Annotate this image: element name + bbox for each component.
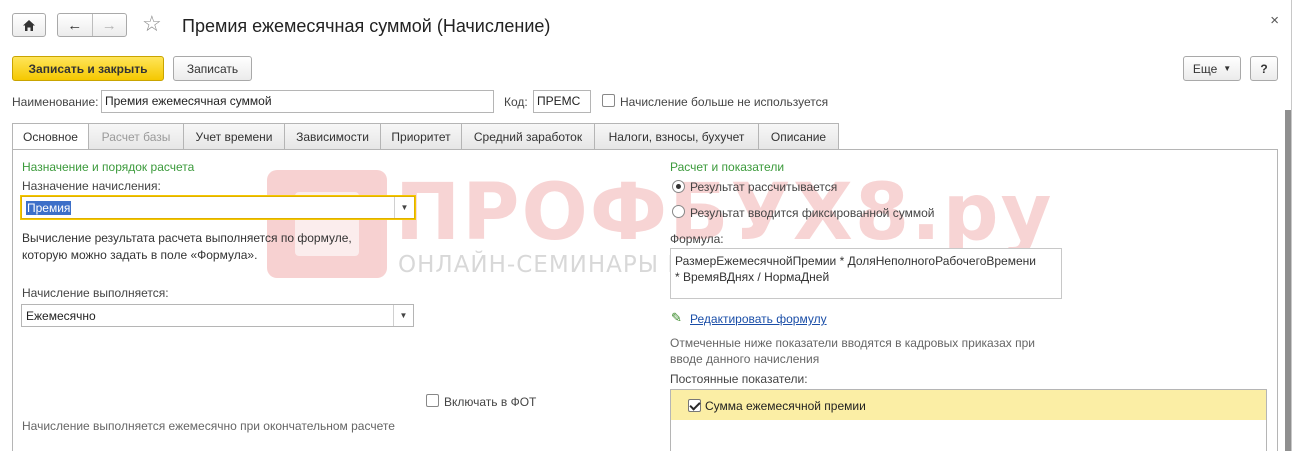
- scrollbar[interactable]: [1285, 110, 1291, 451]
- watermark-logo: [267, 170, 387, 278]
- formula-line-1: РазмерЕжемесячнойПремии * ДоляНеполногоР…: [675, 254, 1036, 268]
- home-icon: [23, 19, 35, 31]
- history-nav: ← →: [57, 13, 127, 37]
- formula-note-2: которую можно задать в поле «Формула».: [22, 248, 258, 262]
- code-input[interactable]: ПРЕМС: [533, 90, 591, 113]
- help-button[interactable]: ?: [1250, 56, 1278, 81]
- name-input[interactable]: Премия ежемесячная суммой: [101, 90, 494, 113]
- favorite-star-icon[interactable]: ☆: [142, 11, 162, 37]
- list-item[interactable]: Сумма ежемесячной премии: [671, 390, 1266, 420]
- purpose-value: Премия: [26, 201, 72, 215]
- performed-value: Ежемесячно: [26, 309, 96, 323]
- tab-priority[interactable]: Приоритет: [381, 123, 462, 150]
- formula-field[interactable]: РазмерЕжемесячнойПремии * ДоляНеполногоР…: [670, 248, 1062, 299]
- home-button[interactable]: [12, 13, 46, 37]
- radio-fixed-label: Результат вводится фиксированной суммой: [690, 206, 935, 220]
- close-icon[interactable]: ×: [1270, 12, 1279, 29]
- tab-time-tracking[interactable]: Учет времени: [184, 123, 285, 150]
- pencil-icon: ✎: [671, 310, 682, 325]
- purpose-label: Назначение начисления:: [22, 179, 161, 193]
- code-label: Код:: [504, 95, 528, 109]
- name-label: Наименование:: [12, 95, 99, 109]
- marked-note-2: вводе данного начисления: [670, 352, 820, 366]
- formula-label: Формула:: [670, 232, 724, 246]
- not-used-label: Начисление больше не используется: [620, 95, 829, 109]
- page-title: Премия ежемесячная суммой (Начисление): [182, 16, 551, 36]
- performed-label: Начисление выполняется:: [22, 286, 169, 300]
- marked-note-1: Отмеченные ниже показатели вводятся в ка…: [670, 336, 1035, 350]
- more-button[interactable]: Еще ▼: [1183, 56, 1241, 81]
- more-label: Еще: [1192, 61, 1218, 76]
- radio-fixed[interactable]: [672, 205, 685, 218]
- chevron-down-icon: ▼: [1223, 64, 1232, 73]
- form-window: ← → ☆ Премия ежемесячная суммой (Начисле…: [0, 0, 1292, 451]
- tab-taxes[interactable]: Налоги, взносы, бухучет: [595, 123, 759, 150]
- tab-dependencies[interactable]: Зависимости: [285, 123, 381, 150]
- bottom-note: Начисление выполняется ежемесячно при ок…: [22, 419, 395, 433]
- indicator-label: Сумма ежемесячной премии: [705, 399, 866, 413]
- tab-bar: Основное Расчет базы Учет времени Зависи…: [12, 123, 839, 150]
- radio-calculated[interactable]: [672, 180, 685, 193]
- formula-line-2: * ВремяВДнях / НормаДней: [675, 270, 830, 284]
- performed-select[interactable]: Ежемесячно ▼: [21, 304, 414, 327]
- forward-arrow-icon[interactable]: →: [92, 17, 126, 34]
- purpose-select[interactable]: Премия ▼: [21, 196, 415, 219]
- left-section-title: Назначение и порядок расчета: [22, 160, 195, 174]
- save-and-close-button[interactable]: Записать и закрыть: [12, 56, 164, 81]
- dropdown-arrow-icon[interactable]: ▼: [394, 197, 414, 218]
- save-button[interactable]: Записать: [173, 56, 252, 81]
- include-fot-checkbox[interactable]: [426, 394, 439, 407]
- edit-formula-link[interactable]: Редактировать формулу: [690, 312, 827, 326]
- indicators-list: Сумма ежемесячной премии: [670, 389, 1267, 451]
- indicator-checkbox[interactable]: [688, 399, 701, 412]
- tab-description[interactable]: Описание: [759, 123, 839, 150]
- formula-note-1: Вычисление результата расчета выполняетс…: [22, 231, 352, 245]
- radio-calculated-label: Результат рассчитывается: [690, 180, 838, 194]
- tab-base-calc[interactable]: Расчет базы: [89, 123, 184, 150]
- tab-main[interactable]: Основное: [12, 123, 89, 150]
- constant-indicators-label: Постоянные показатели:: [670, 372, 808, 386]
- right-section-title: Расчет и показатели: [670, 160, 785, 174]
- not-used-checkbox[interactable]: [602, 94, 615, 107]
- dropdown-arrow-icon[interactable]: ▼: [393, 305, 413, 326]
- include-fot-label: Включать в ФОТ: [444, 395, 537, 409]
- back-arrow-icon[interactable]: ←: [58, 17, 92, 34]
- tab-average-earnings[interactable]: Средний заработок: [462, 123, 595, 150]
